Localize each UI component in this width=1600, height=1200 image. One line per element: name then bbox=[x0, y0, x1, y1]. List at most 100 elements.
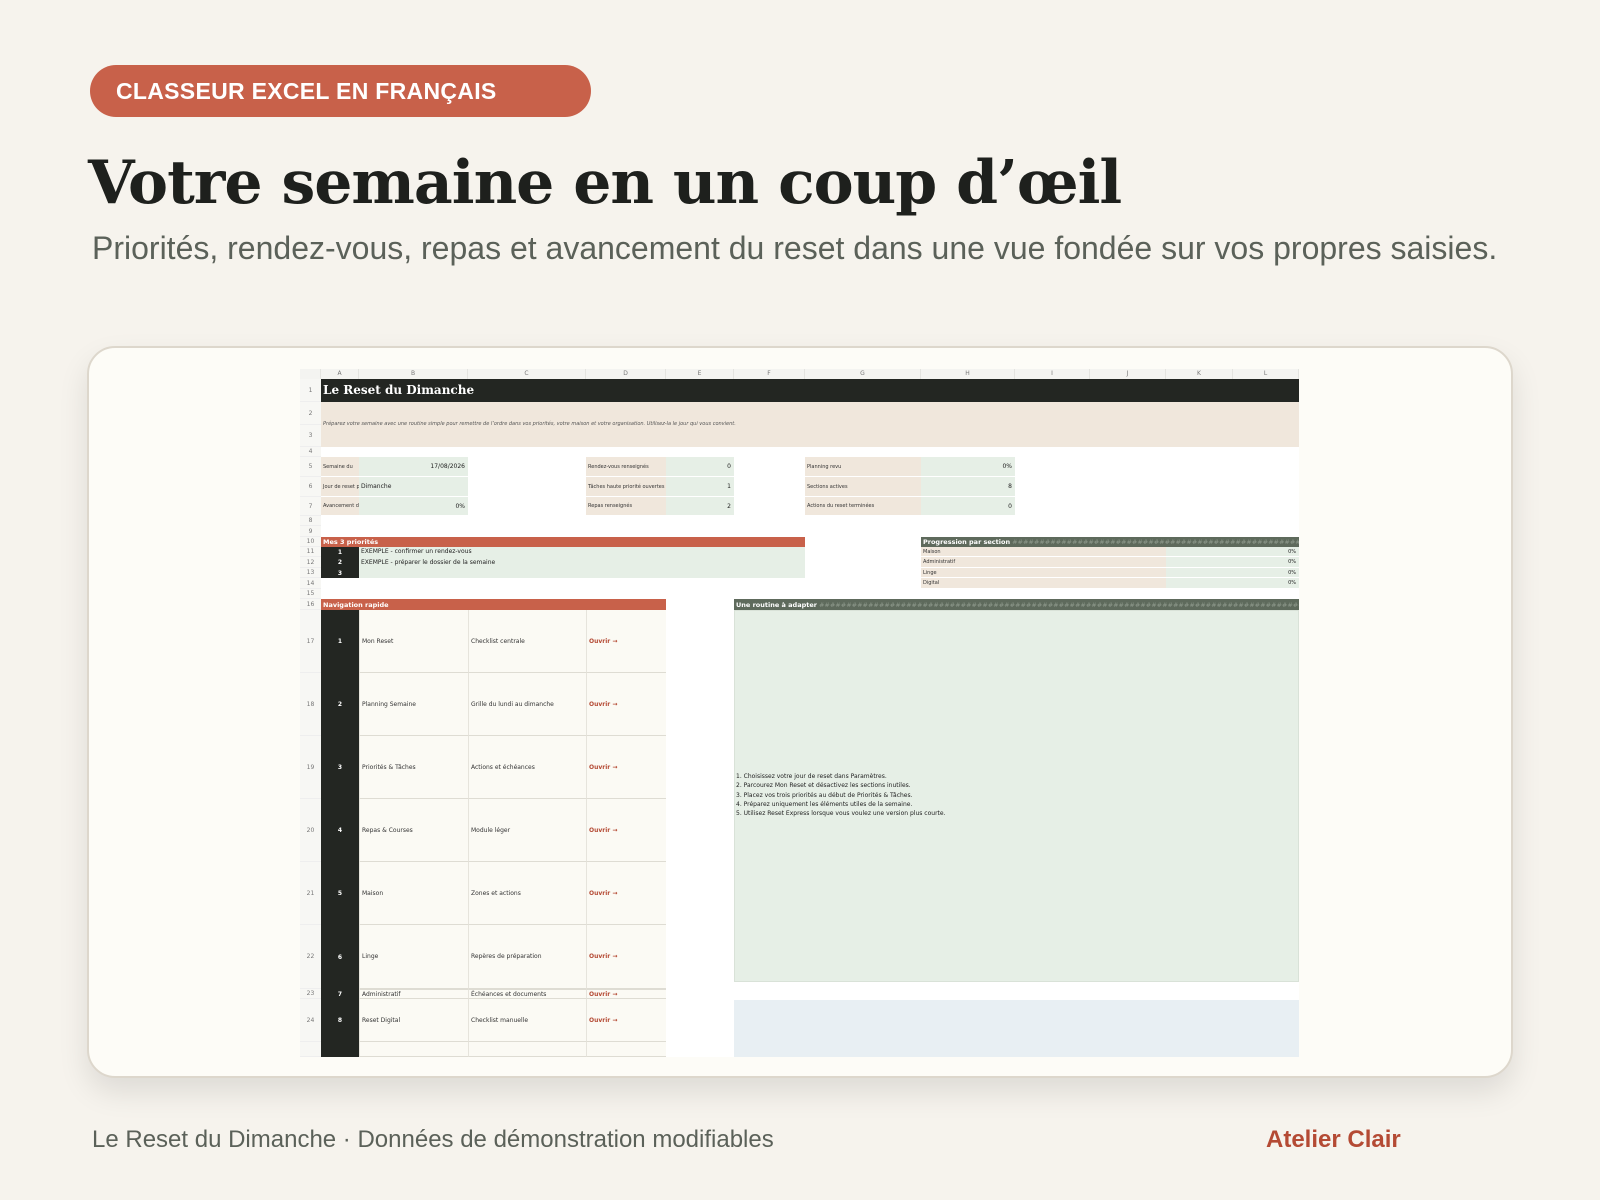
nav-open-link-label[interactable]: Ouvrir → bbox=[589, 953, 617, 960]
routine-panel: 1. Choisissez votre jour de reset dans P… bbox=[734, 610, 1299, 982]
planning-reviewed-value[interactable]: 0% bbox=[921, 457, 1015, 477]
col-header-i[interactable]: I bbox=[1015, 369, 1090, 379]
nav-open-link-label[interactable]: Ouvrir → bbox=[589, 890, 617, 897]
row-header-12[interactable]: 12 bbox=[300, 557, 321, 568]
row-header-18[interactable]: 18 bbox=[300, 673, 321, 736]
col-header-c[interactable]: C bbox=[468, 369, 586, 379]
row-header-11[interactable]: 11 bbox=[300, 547, 321, 557]
progress-section-label: Linge bbox=[921, 568, 1166, 578]
nav-name: Repas & Courses bbox=[359, 799, 468, 862]
nav-open-link[interactable]: Ouvrir → bbox=[586, 925, 666, 989]
active-sections-value[interactable]: 8 bbox=[921, 477, 1015, 497]
progress-section-value[interactable]: 0% bbox=[1166, 547, 1299, 557]
row-header-20[interactable]: 20 bbox=[300, 799, 321, 862]
nav-open-link[interactable]: Ouvrir → bbox=[586, 989, 666, 999]
appointments-value[interactable]: 0 bbox=[666, 457, 734, 477]
open-tasks-value[interactable]: 1 bbox=[666, 477, 734, 497]
row-header-25[interactable] bbox=[300, 1042, 321, 1057]
nav-open-link-label[interactable]: Ouvrir → bbox=[589, 638, 617, 645]
row-header-2[interactable]: 2 bbox=[300, 402, 321, 425]
nav-empty-cell bbox=[359, 1042, 468, 1057]
sheet-title: Le Reset du Dimanche bbox=[321, 379, 1299, 402]
nav-open-link-label[interactable]: Ouvrir → bbox=[589, 701, 617, 708]
nav-desc: Actions et échéances bbox=[468, 736, 586, 799]
row-header-8[interactable]: 8 bbox=[300, 516, 321, 526]
row-header-19[interactable]: 19 bbox=[300, 736, 321, 799]
row-header-22[interactable]: 22 bbox=[300, 925, 321, 989]
nav-name: Administratif bbox=[359, 989, 468, 999]
progress-section-value[interactable]: 0% bbox=[1166, 557, 1299, 568]
footer-caption: Le Reset du Dimanche · Données de démons… bbox=[92, 1126, 774, 1153]
row-header-14[interactable]: 14 bbox=[300, 578, 321, 589]
actions-done-value[interactable]: 0 bbox=[921, 497, 1015, 516]
nav-number: 4 bbox=[321, 799, 359, 862]
row-header-5[interactable]: 5 bbox=[300, 457, 321, 477]
routine-step: 1. Choisissez votre jour de reset dans P… bbox=[736, 773, 887, 780]
row-header-1[interactable]: 1 bbox=[300, 379, 321, 402]
nav-number: 2 bbox=[321, 673, 359, 736]
col-header-j[interactable]: J bbox=[1090, 369, 1166, 379]
nav-open-link[interactable]: Ouvrir → bbox=[586, 862, 666, 925]
priority-item[interactable] bbox=[359, 568, 805, 578]
priority-item[interactable]: EXEMPLE - préparer le dossier de la sema… bbox=[359, 557, 805, 568]
select-all-corner[interactable] bbox=[300, 369, 321, 379]
row-header-6[interactable]: 6 bbox=[300, 477, 321, 497]
brand-name: Atelier Clair bbox=[1266, 1126, 1401, 1153]
row-header-7[interactable]: 7 bbox=[300, 497, 321, 516]
row-header-9[interactable]: 9 bbox=[300, 526, 321, 537]
row-header-13[interactable]: 13 bbox=[300, 568, 321, 578]
nav-open-link[interactable]: Ouvrir → bbox=[586, 673, 666, 736]
progress-value[interactable]: 0% bbox=[359, 497, 468, 516]
col-header-k[interactable]: K bbox=[1166, 369, 1233, 379]
col-header-h[interactable]: H bbox=[921, 369, 1015, 379]
col-header-f[interactable]: F bbox=[734, 369, 805, 379]
col-header-b[interactable]: B bbox=[359, 369, 468, 379]
priority-number: 1 bbox=[321, 547, 359, 557]
col-header-d[interactable]: D bbox=[586, 369, 666, 379]
row-header-21[interactable]: 21 bbox=[300, 862, 321, 925]
reset-day-value[interactable]: Dimanche bbox=[359, 477, 468, 497]
row-header-10[interactable]: 10 bbox=[300, 537, 321, 547]
info-label: Planning revu bbox=[805, 457, 921, 477]
nav-open-link-label[interactable]: Ouvrir → bbox=[589, 991, 617, 998]
week-date-value[interactable]: 17/08/2026 bbox=[359, 457, 468, 477]
info-label: Semaine du bbox=[321, 457, 359, 477]
meals-value[interactable]: 2 bbox=[666, 497, 734, 516]
progress-section-value[interactable]: 0% bbox=[1166, 578, 1299, 589]
nav-open-link[interactable]: Ouvrir → bbox=[586, 799, 666, 862]
nav-name: Mon Reset bbox=[359, 610, 468, 673]
nav-header: Navigation rapide bbox=[321, 599, 666, 610]
col-header-g[interactable]: G bbox=[805, 369, 921, 379]
nav-name: Planning Semaine bbox=[359, 673, 468, 736]
col-header-a[interactable]: A bbox=[321, 369, 359, 379]
row-header-15[interactable]: 15 bbox=[300, 589, 321, 599]
nav-desc: Échéances et documents bbox=[468, 989, 586, 999]
nav-desc: Module léger bbox=[468, 799, 586, 862]
row-header-23[interactable]: 23 bbox=[300, 989, 321, 999]
nav-open-link[interactable]: Ouvrir → bbox=[586, 736, 666, 799]
nav-desc: Grille du lundi au dimanche bbox=[468, 673, 586, 736]
nav-open-link[interactable]: Ouvrir → bbox=[586, 610, 666, 673]
row-header-24[interactable]: 24 bbox=[300, 999, 321, 1042]
info-label: Repas renseignés bbox=[586, 497, 666, 516]
info-label: Jour de reset p bbox=[321, 477, 359, 497]
row-header-16[interactable]: 16 bbox=[300, 599, 321, 610]
nav-open-link-label[interactable]: Ouvrir → bbox=[589, 827, 617, 834]
nav-open-link[interactable]: Ouvrir → bbox=[586, 999, 666, 1042]
category-badge: CLASSEUR EXCEL EN FRANÇAIS bbox=[90, 65, 591, 117]
col-header-l[interactable]: L bbox=[1233, 369, 1299, 379]
routine-step: 5. Utilisez Reset Express lorsque vous v… bbox=[736, 810, 946, 818]
nav-open-link-label[interactable]: Ouvrir → bbox=[589, 1017, 617, 1024]
progress-section-value[interactable]: 0% bbox=[1166, 568, 1299, 578]
col-header-e[interactable]: E bbox=[666, 369, 734, 379]
nav-number: 3 bbox=[321, 736, 359, 799]
progress-section-label: Maison bbox=[921, 547, 1166, 557]
nav-empty-cell bbox=[468, 1042, 586, 1057]
nav-desc: Checklist manuelle bbox=[468, 999, 586, 1042]
row-header-17[interactable]: 17 bbox=[300, 610, 321, 673]
priority-number: 2 bbox=[321, 557, 359, 568]
row-header-4[interactable]: 4 bbox=[300, 447, 321, 457]
nav-open-link-label[interactable]: Ouvrir → bbox=[589, 764, 617, 771]
priority-item[interactable]: EXEMPLE - confirmer un rendez-vous bbox=[359, 547, 805, 557]
row-header-3[interactable]: 3 bbox=[300, 425, 321, 447]
